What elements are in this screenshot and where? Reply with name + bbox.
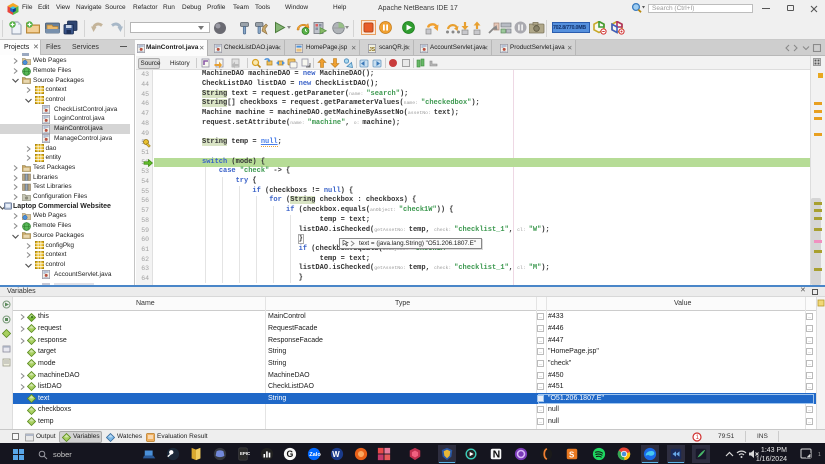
svg-text:JS: JS: [369, 47, 376, 53]
svg-text:W: W: [332, 450, 340, 459]
svg-text:Zalo: Zalo: [309, 452, 321, 458]
svg-text:G: G: [287, 449, 294, 459]
svg-text:S: S: [569, 451, 574, 460]
svg-text:EPIC: EPIC: [240, 451, 250, 456]
